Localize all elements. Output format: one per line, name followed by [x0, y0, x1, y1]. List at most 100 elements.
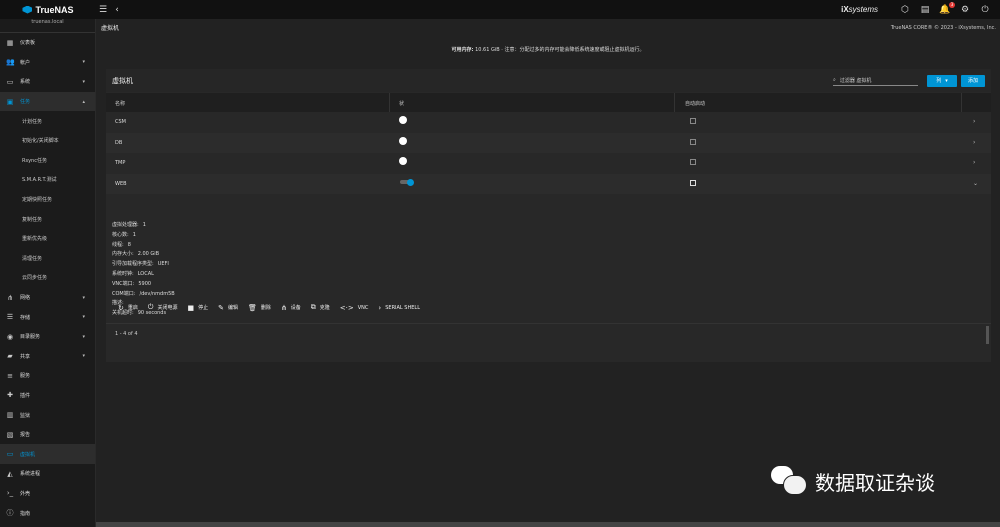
- sidebar-item-11[interactable]: 清理任务: [0, 249, 95, 269]
- detail-line: 内存大小: 2.00 GiB: [112, 250, 175, 260]
- state-toggle[interactable]: [399, 116, 407, 124]
- sidebar-item-label: 监狱: [20, 412, 31, 419]
- sidebar: truenas.local ▦ 仪表板 👥 帐户 ▾ ▭ 系统 ▾ ▣ 任务 ▴ 计划任务 初始化/关闭…: [0, 19, 96, 527]
- sidebar-item-20[interactable]: ▧ 报告: [0, 425, 95, 445]
- table-row[interactable]: CSM ›: [106, 112, 991, 132]
- action-label: 删除: [260, 305, 271, 311]
- chevron-right-icon[interactable]: ›: [973, 118, 975, 125]
- sidebar-item-21[interactable]: ▭ 虚拟机: [0, 444, 95, 465]
- sidebar-item-24[interactable]: ⓘ 指南: [0, 503, 95, 523]
- chevron-down-icon: ▾: [82, 314, 85, 321]
- sidebar-item-3[interactable]: ▣ 任务 ▴: [0, 91, 95, 112]
- sidebar-item-19[interactable]: ▥ 监狱: [0, 405, 95, 425]
- table-header: 名称 状 自动启动: [106, 93, 991, 112]
- gear-icon[interactable]: ⚙: [958, 5, 972, 15]
- action-edit-button[interactable]: ✎ 编辑: [218, 303, 238, 312]
- sidebar-item-label: S.M.A.R.T.测试: [22, 177, 57, 184]
- sidebar-item-0[interactable]: ▦ 仪表板: [0, 33, 95, 53]
- clipboard-icon[interactable]: ▤: [918, 5, 932, 15]
- sidebar-item-label: Rsync任务: [22, 157, 47, 164]
- autostart-checkbox[interactable]: [690, 159, 696, 165]
- column-header-autostart[interactable]: 自动启动: [685, 100, 705, 107]
- state-toggle[interactable]: [399, 157, 407, 165]
- action-label: 设备: [290, 305, 301, 311]
- column-divider: [389, 93, 390, 112]
- detail-key: 虚拟处理器:: [112, 222, 139, 228]
- sidebar-item-15[interactable]: ◉ 目录服务 ▾: [0, 327, 95, 347]
- action-clone-button[interactable]: ⧉ 克隆: [311, 303, 330, 312]
- sidebar-item-10[interactable]: 重新优先级: [0, 229, 95, 249]
- watermark-text: 数据取证杂谈: [815, 470, 935, 495]
- sidebar-item-14[interactable]: ☰ 存储 ▾: [0, 307, 95, 327]
- menu-icon[interactable]: ☰: [96, 5, 110, 15]
- column-divider: [961, 93, 962, 112]
- table-row[interactable]: WEB ⌄: [106, 173, 991, 194]
- autostart-checkbox[interactable]: [690, 118, 696, 124]
- action-power-off-button[interactable]: ⏻ 关闭电源: [148, 303, 178, 312]
- sidebar-item-5[interactable]: 初始化/关闭脚本: [0, 131, 95, 151]
- chevron-down-icon: ▾: [82, 294, 85, 301]
- search-input[interactable]: ⌕ 过滤器 虚拟机: [833, 75, 918, 86]
- table-row[interactable]: TMP ›: [106, 153, 991, 173]
- columns-button[interactable]: 列 ▾: [927, 74, 957, 87]
- action-devices-button[interactable]: ⋔ 设备: [281, 303, 301, 312]
- hostname: truenas.local: [0, 19, 95, 33]
- state-toggle[interactable]: [400, 178, 414, 186]
- detail-value: LOCAL: [137, 270, 154, 277]
- sidebar-item-7[interactable]: S.M.A.R.T.测试: [0, 170, 95, 190]
- card-header: 虚拟机 ⌕ 过滤器 虚拟机 列 ▾ 添加: [106, 69, 991, 92]
- column-header-name[interactable]: 名称: [115, 100, 125, 107]
- scrollbar[interactable]: [986, 326, 989, 344]
- autostart-checkbox[interactable]: [690, 138, 696, 145]
- truenas-logo[interactable]: TrueNAS: [0, 0, 96, 19]
- sidebar-item-18[interactable]: ✚ 插件: [0, 386, 95, 406]
- sidebar-item-16[interactable]: ▰ 共享 ▾: [0, 347, 95, 367]
- chevron-down-icon: ▾: [82, 59, 85, 66]
- sidebar-item-label: 重新优先级: [22, 236, 48, 243]
- sidebar-item-22[interactable]: ◭ 系统进程: [0, 464, 95, 484]
- action-vnc-button[interactable]: <·> VNC: [340, 303, 369, 312]
- sidebar-item-label: 目录服务: [20, 334, 41, 341]
- action-restart-button[interactable]: ↻ 重启: [118, 303, 138, 312]
- chevron-right-icon[interactable]: ›: [973, 159, 975, 166]
- sidebar-item-label: 虚拟机: [20, 451, 36, 458]
- table-row[interactable]: DB ›: [106, 132, 991, 153]
- action-label: 关闭电源: [157, 305, 178, 311]
- action-stop-button[interactable]: ■ 停止: [187, 303, 208, 312]
- sidebar-item-4[interactable]: 计划任务: [0, 111, 95, 131]
- sidebar-item-12[interactable]: 云同步任务: [0, 268, 95, 288]
- action-label: 停止: [198, 305, 209, 311]
- power-icon[interactable]: ⏻: [978, 5, 992, 15]
- detail-key: 核心数:: [112, 231, 129, 238]
- sidebar-item-23[interactable]: ›_ 外壳: [0, 484, 95, 504]
- column-header-state[interactable]: 状: [399, 100, 404, 107]
- sidebar-item-label: 存储: [20, 314, 31, 321]
- action-chevron-right-button[interactable]: › SERIAL SHELL: [378, 303, 420, 312]
- sidebar-item-8[interactable]: 定期快照任务: [0, 190, 95, 210]
- action-delete-button[interactable]: 🗑 删除: [248, 303, 271, 312]
- detail-key: COM端口:: [112, 290, 136, 297]
- sidebar-item-2[interactable]: ▭ 系统 ▾: [0, 72, 95, 92]
- sidebar-item-6[interactable]: Rsync任务: [0, 151, 95, 171]
- chevron-left-icon[interactable]: ‹: [110, 5, 124, 15]
- sidebar-item-1[interactable]: 👥 帐户 ▾: [0, 53, 95, 73]
- chevron-right-icon[interactable]: ›: [973, 139, 975, 146]
- sidebar-item-17[interactable]: ≡ 服务: [0, 366, 95, 386]
- state-toggle[interactable]: [399, 136, 407, 145]
- action-label: VNC: [357, 304, 369, 311]
- action-label: 重启: [127, 305, 138, 311]
- add-button[interactable]: 添加: [961, 74, 985, 87]
- memory-notice: 可用内存: 10.61 GiB · 注意：分配过多的内存可能会降低系统速度或阻止…: [96, 46, 1000, 53]
- detail-key: 内存大小:: [112, 251, 134, 258]
- truecommand-icon[interactable]: ⬡: [898, 5, 912, 15]
- search-icon: ⌕: [833, 77, 836, 83]
- bell-icon[interactable]: 🔔 3: [938, 1, 955, 15]
- watermark: 数据取证杂谈: [769, 461, 935, 501]
- autostart-checkbox[interactable]: [690, 179, 696, 186]
- sidebar-item-9[interactable]: 复制任务: [0, 209, 95, 229]
- devices-icon: ⋔: [280, 303, 287, 312]
- chevron-down-icon[interactable]: ⌄: [973, 180, 978, 187]
- sidebar-item-13[interactable]: ⋔ 网络 ▾: [0, 288, 95, 308]
- sidebar-nav: ▦ 仪表板 👥 帐户 ▾ ▭ 系统 ▾ ▣ 任务 ▴ 计划任务 初始化/关闭脚本 Rsync任务 S.M.A…: [0, 33, 95, 523]
- vm-name: WEB: [115, 180, 127, 187]
